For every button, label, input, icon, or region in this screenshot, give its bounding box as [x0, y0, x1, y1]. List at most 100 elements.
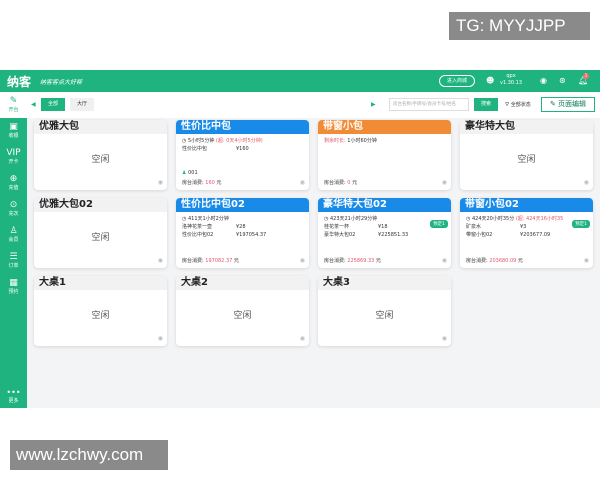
room-status: 空闲	[517, 155, 536, 165]
order-icon: ☰	[9, 252, 18, 262]
room-name: 大桌3	[318, 276, 451, 290]
room-card[interactable]: 大桌3 空闲 ◉	[318, 276, 451, 346]
enter-store-button[interactable]: 进入商城	[439, 75, 475, 87]
avatar[interactable]: ☻	[486, 76, 494, 85]
item-name: 桂花茶一杯	[324, 224, 350, 230]
vip-card-icon: VIP	[6, 148, 21, 158]
member: 001	[188, 170, 198, 176]
toolbar: ◀ 全部 大厅 ▶ 房台名称/手牌号/会员卡号/姓名 搜索 ⛛ 全部状态 ✎ 页…	[27, 92, 600, 118]
sidebar-item-7[interactable]: ▦ 预约	[0, 274, 27, 300]
room-card[interactable]: 豪华特大包02 ◷ 423天21小时29分钟 桂花茶一杯 ¥18 豪华特大包02 ¥22…	[318, 198, 451, 268]
eye-icon[interactable]: ◉	[442, 257, 447, 264]
room-status: 空闲	[375, 311, 394, 321]
sidebar-more[interactable]: ••• 更多	[0, 388, 27, 404]
room-name: 性价比中包02	[176, 198, 309, 212]
order-item: 豪华特大包02 ¥225851.33	[318, 231, 451, 239]
eye-icon[interactable]: ◉	[584, 179, 589, 186]
sidebar-item-1[interactable]: ▣ 收银	[0, 118, 27, 144]
duration: 424天20小时35分	[471, 216, 515, 222]
room-name: 优雅大包	[34, 120, 167, 134]
status-filter[interactable]: ⛛ 全部状态	[505, 101, 531, 108]
room-card[interactable]: 优雅大包 空闲 ◉	[34, 120, 167, 190]
sidebar-item-label: 收银	[8, 133, 19, 139]
room-card[interactable]: 优雅大包02 空闲 ◉	[34, 198, 167, 268]
consume-unit: 元	[375, 258, 381, 264]
eye-icon[interactable]: ◉	[300, 335, 305, 342]
duration: 5小时5分钟	[187, 138, 215, 144]
room-card[interactable]: 大桌1 空闲 ◉	[34, 276, 167, 346]
overtime: (超: 424天16小时35	[515, 216, 564, 222]
edit-page-button[interactable]: ✎ 页面编辑	[541, 97, 595, 112]
room-card[interactable]: 带窗小包 剩余时长: 1小时60分钟 房台消费: 0 元 ◉	[318, 120, 451, 190]
consume-label: 房台消费:	[324, 258, 346, 264]
settings-icon[interactable]: ⊛	[559, 76, 566, 85]
room-card[interactable]: 带窗小包02 ◷ 424天20小时35分 (超: 424天16小时35 矿泉水 ¥3 带…	[460, 198, 593, 268]
count-icon: ⊙	[9, 200, 18, 210]
room-name: 性价比中包	[176, 120, 309, 134]
consume-label: 房台消费:	[182, 258, 204, 264]
item-price: ¥203677.09	[520, 232, 551, 238]
search-button[interactable]: 搜索	[474, 98, 498, 111]
room-status: 空闲	[91, 311, 110, 321]
consume-label: 房台消费:	[466, 258, 488, 264]
consume-label: 房台消费:	[324, 180, 346, 186]
eye-icon[interactable]: ◉	[158, 257, 163, 264]
item-name: 性价比中包	[182, 146, 208, 152]
tab-hall[interactable]: 大厅	[70, 98, 94, 111]
eye-icon[interactable]: ◉	[442, 179, 447, 186]
room-name: 豪华特大包02	[318, 198, 451, 212]
eye-icon[interactable]: ◉	[158, 179, 163, 186]
sidebar: ✎ 开台 ▣ 收银 VIP 开卡 ⊕ 充值 ⊙ 充次 ♙ 会员 ☰ 订单 ▦ 预约 ••• 更多	[0, 92, 27, 408]
room-name: 大桌1	[34, 276, 167, 290]
service-icon[interactable]: ◉	[540, 76, 547, 85]
search-input[interactable]: 房台名称/手牌号/会员卡号/姓名	[389, 98, 469, 111]
eye-icon[interactable]: ◉	[300, 257, 305, 264]
more-label: 更多	[8, 398, 19, 404]
sidebar-item-label: 充值	[8, 185, 19, 191]
version: v1.30.13	[500, 80, 523, 86]
scroll-left-icon[interactable]: ◀	[31, 101, 36, 108]
consume-label: 房台消费:	[182, 180, 204, 186]
eye-icon[interactable]: ◉	[158, 335, 163, 342]
room-card[interactable]: 性价比中包02 ◷ 411天1小时2分钟 洛神花茶一壶 ¥28 性价比中包02 ¥197…	[176, 198, 309, 268]
order-item: 性价比中包02 ¥197054.37	[176, 231, 309, 239]
consume-amount: 203680.09	[489, 258, 517, 264]
item-price: ¥18	[378, 224, 388, 230]
edit-icon: ✎	[549, 100, 559, 108]
scroll-right-icon[interactable]: ▶	[371, 101, 376, 108]
eye-icon[interactable]: ◉	[584, 257, 589, 264]
remain: 1小时60分钟	[347, 138, 377, 144]
cashier-icon: ▣	[9, 122, 18, 132]
sidebar-item-0[interactable]: ✎ 开台	[0, 92, 27, 118]
item-name: 洛神花茶一壶	[182, 224, 213, 230]
sidebar-item-2[interactable]: VIP 开卡	[0, 144, 27, 170]
eye-icon[interactable]: ◉	[442, 335, 447, 342]
sidebar-item-label: 订单	[8, 263, 19, 269]
edit-page-label: 页面编辑	[558, 100, 587, 108]
consume-row: 房台消费: 0 元	[324, 179, 357, 186]
sidebar-item-3[interactable]: ⊕ 充值	[0, 170, 27, 196]
consume-row: 房台消费: 203680.09 元	[466, 257, 523, 264]
member-icon: ♙	[9, 226, 18, 236]
room-card[interactable]: 大桌2 空闲 ◉	[176, 276, 309, 346]
consume-amount: 0	[347, 180, 351, 186]
sidebar-item-6[interactable]: ☰ 订单	[0, 248, 27, 274]
username: qpx	[506, 73, 516, 79]
order-item: 洛神花茶一壶 ¥28	[176, 223, 309, 231]
sidebar-item-label: 会员	[8, 237, 19, 243]
app: 纳客 纳客客点大好帮 进入商城 ☻ qpx v1.30.13 ◉ ⊛ 🔔︎ 1 ✎…	[0, 70, 600, 408]
sidebar-item-4[interactable]: ⊙ 充次	[0, 196, 27, 222]
sidebar-item-5[interactable]: ♙ 会员	[0, 222, 27, 248]
consume-unit: 元	[233, 258, 239, 264]
tab-all[interactable]: 全部	[41, 98, 65, 111]
calendar-icon: ▦	[9, 278, 18, 288]
room-card[interactable]: 性价比中包 ◷ 5小时5分钟 (超: 0天4小时5分钟) 性价比中包 ¥160 ♟ 00…	[176, 120, 309, 190]
sidebar-item-label: 开台	[8, 107, 19, 113]
reservation-tag: 预定1	[430, 220, 448, 228]
room-name: 优雅大包02	[34, 198, 167, 212]
room-card[interactable]: 豪华特大包空闲 ◉	[460, 120, 593, 190]
room-name: 豪华特大包	[460, 120, 593, 134]
consume-unit: 元	[517, 258, 523, 264]
eye-icon[interactable]: ◉	[300, 179, 305, 186]
overtime: (超: 0天4小时5分钟)	[215, 138, 263, 144]
